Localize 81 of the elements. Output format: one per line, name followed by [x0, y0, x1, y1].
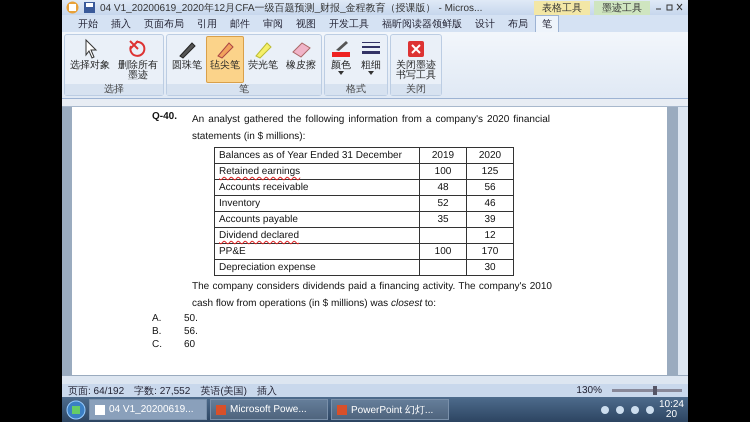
status-item: 英语(美国): [200, 384, 247, 398]
option-text: 56.: [184, 325, 198, 338]
document-icon: [336, 404, 348, 416]
question-intro: An analyst gathered the following information from a company's 2020 financial statements (in $ millions):: [192, 113, 550, 144]
table-cell: 125: [466, 164, 514, 180]
zoom-slider[interactable]: [612, 389, 682, 392]
row-label: PP&E: [219, 246, 246, 257]
table-cell: 170: [466, 244, 514, 260]
start-button-icon[interactable]: [66, 400, 86, 420]
ribbon-tab[interactable]: 开发工具: [323, 16, 375, 32]
ribbon-tab[interactable]: 审阅: [257, 16, 289, 32]
ribbon-button[interactable]: 颜色: [326, 36, 356, 83]
vertical-scrollbar[interactable]: [677, 107, 688, 375]
ribbon-tab[interactable]: 设计: [469, 16, 501, 32]
document-icon: [94, 404, 106, 416]
table-header-cell: Balances as of Year Ended 31 December: [214, 148, 420, 164]
ribbon-button[interactable]: 选择对象: [66, 36, 114, 83]
taskbar-app[interactable]: Microsoft Powe...: [210, 399, 328, 420]
clock-date: 20: [666, 410, 678, 420]
row-label: Accounts receivable: [219, 182, 308, 193]
window-title: 04 V1_20200619_2020年12月CFA一级百题预测_财报_金程教育（授课版） - Micros...: [100, 2, 484, 14]
table-cell: 46: [466, 196, 514, 212]
table-cell: 100: [420, 244, 466, 260]
clock-time: 10:24: [658, 400, 684, 410]
table-header-cell: 2019: [420, 148, 466, 164]
table-header-cell: 2020: [466, 148, 514, 164]
close-icon: [405, 38, 427, 60]
option-letter: B.: [152, 325, 162, 338]
table-cell: 39: [466, 212, 514, 228]
ribbon-button[interactable]: 毡尖笔: [206, 36, 244, 83]
taskbar-app[interactable]: PowerPoint 幻灯...: [331, 399, 449, 420]
horizontal-scrollbar[interactable]: [62, 375, 688, 384]
zoom-level: 130%: [576, 385, 602, 396]
table-cell: 48: [420, 180, 466, 196]
ribbon-button[interactable]: 荧光笔: [244, 36, 282, 83]
ribbon-button[interactable]: 关闭墨迹书写工具: [392, 36, 440, 83]
ribbon-tab[interactable]: 页面布局: [138, 16, 190, 32]
option-text: 60: [184, 338, 196, 351]
status-item: 字数: 27,552: [134, 384, 190, 398]
row-label: Inventory: [219, 198, 260, 209]
caret-icon: [338, 71, 344, 75]
ribbon-tab[interactable]: 引用: [191, 16, 223, 32]
option-letter: C.: [152, 338, 163, 351]
table-cell: 100: [420, 164, 466, 180]
option-letter: A.: [152, 312, 162, 325]
ribbon-tab[interactable]: 插入: [105, 16, 137, 32]
ribbon-button[interactable]: 删除所有墨迹: [114, 36, 162, 83]
question-number: Q-40.: [152, 111, 178, 124]
group-label: 选择: [65, 84, 163, 95]
document-icon: [215, 404, 227, 416]
ribbon-tab[interactable]: 布局: [502, 16, 534, 32]
table-cell: 35: [420, 212, 466, 228]
ribbon-button[interactable]: 粗细: [356, 36, 386, 83]
table-cell: 12: [466, 228, 514, 244]
status-item: 页面: 64/192: [68, 384, 124, 398]
table-cell: 56: [466, 180, 514, 196]
table-cell: 52: [420, 196, 466, 212]
ribbon-tab[interactable]: 福昕阅读器领鲜版: [376, 16, 468, 32]
ribbon-button[interactable]: 橡皮擦: [282, 36, 320, 83]
context-tab-label: 墨迹工具: [594, 0, 650, 14]
question-text: The company considers dividends paid a financing activity. The company's 2010 cash flow from operations (in $ millions) was closest to:: [192, 280, 552, 311]
ribbon-tab[interactable]: 视图: [290, 16, 322, 32]
save-icon[interactable]: [83, 1, 96, 14]
context-tab-label: 表格工具: [534, 0, 590, 14]
table-cell: 30: [466, 260, 514, 276]
ribbon-tab[interactable]: 邮件: [224, 16, 256, 32]
group-label: 笔: [167, 84, 321, 95]
zoom-thumb[interactable]: [652, 386, 657, 395]
row-label: Dividend declared: [219, 230, 300, 241]
group-label: 格式: [325, 84, 387, 95]
ribbon-tab[interactable]: 开始: [72, 16, 104, 32]
option-text: 50.: [184, 312, 198, 325]
row-label: Retained earnings: [219, 166, 300, 177]
ribbon-button[interactable]: 圆珠笔: [168, 36, 206, 83]
color-icon: [330, 38, 352, 60]
status-item: 插入: [256, 384, 277, 398]
row-label: Accounts payable: [219, 214, 298, 225]
row-label: Depreciation expense: [219, 262, 316, 273]
group-label: 关闭: [391, 84, 441, 95]
caret-icon: [368, 71, 374, 75]
ribbon-tab[interactable]: 笔: [535, 15, 559, 32]
